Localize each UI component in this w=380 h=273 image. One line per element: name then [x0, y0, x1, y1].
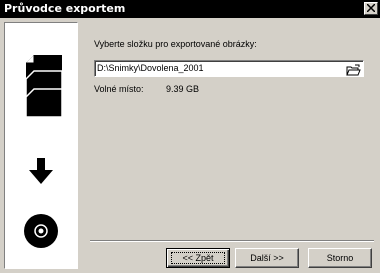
folder-prompt-label: Vyberte složku pro exportované obrázky:: [94, 39, 257, 49]
browse-folder-button[interactable]: [346, 62, 361, 76]
close-button[interactable]: [364, 2, 378, 15]
folder-path-field[interactable]: [94, 60, 364, 77]
button-separator: [90, 240, 374, 242]
window-title: Průvodce exportem: [4, 2, 126, 15]
arrow-down-icon: [29, 158, 53, 184]
close-icon: [367, 4, 375, 12]
back-button[interactable]: << Zpět: [166, 248, 230, 268]
export-wizard-window: Průvodce exportem Vyberte složku pro exp…: [0, 0, 380, 273]
cancel-button[interactable]: Storno: [308, 248, 372, 268]
free-space-label: Volné místo:: [94, 84, 144, 94]
back-button-label: << Zpět: [182, 253, 214, 263]
disc-icon: [24, 214, 58, 248]
title-bar[interactable]: Průvodce exportem: [0, 0, 380, 18]
documents-stack-icon: [25, 55, 62, 117]
next-button-label: Další >>: [250, 253, 284, 263]
next-button[interactable]: Další >>: [235, 248, 299, 268]
folder-path-input[interactable]: [97, 62, 343, 75]
open-folder-icon: [346, 64, 361, 76]
free-space-value: 9.39 GB: [166, 84, 200, 94]
cancel-button-label: Storno: [326, 253, 354, 263]
wizard-illustration-panel: [4, 22, 78, 269]
